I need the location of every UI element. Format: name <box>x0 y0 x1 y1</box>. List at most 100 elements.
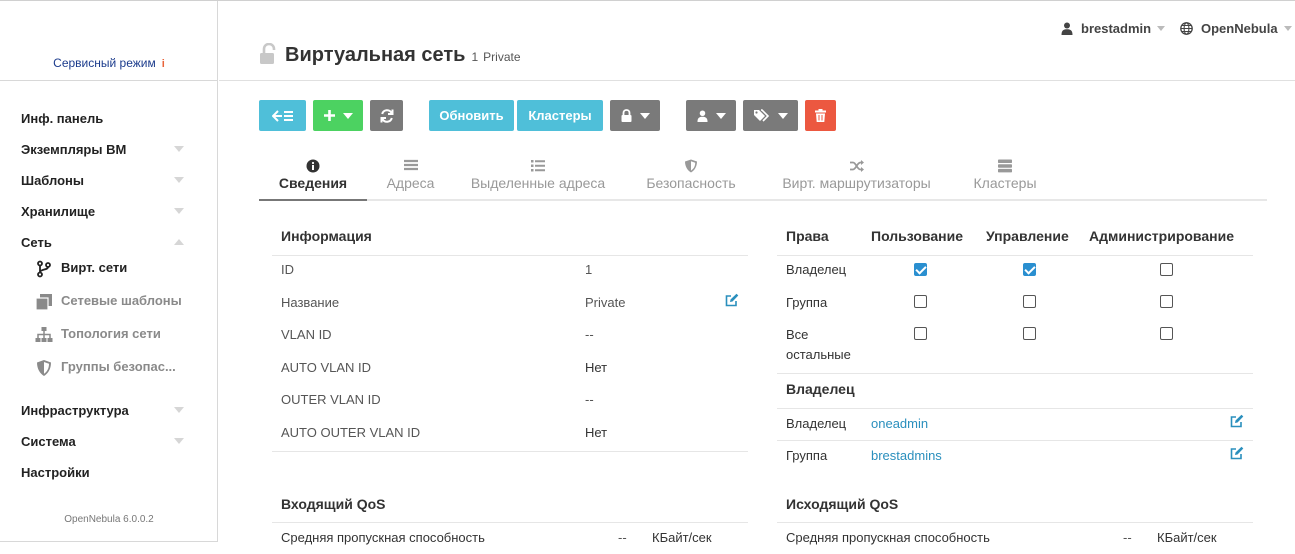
qos-in-value: -- <box>618 530 627 545</box>
sidebar-item-dashboard[interactable]: Инф. панель <box>0 108 218 139</box>
create-button[interactable] <box>313 100 363 131</box>
tab-label: Кластеры <box>973 175 1037 191</box>
sidebar-item-label: Хранилище <box>21 204 96 219</box>
perm-header-manage: Управление <box>986 228 1069 244</box>
other-use-checkbox[interactable] <box>914 327 927 340</box>
sidebar-item-topology[interactable]: Топология сети <box>0 324 218 357</box>
service-mode[interactable]: Сервисный режим i <box>0 56 218 70</box>
sidebar-item-system[interactable]: Система <box>0 431 218 462</box>
info-key: OUTER VLAN ID <box>281 392 381 407</box>
qos-out-label: Средняя пропускная способность <box>786 530 990 545</box>
plus-icon <box>323 110 335 121</box>
tab-addresses[interactable]: Адреса <box>369 150 452 199</box>
info-value: -- <box>585 327 594 342</box>
qos-in-label: Средняя пропускная способность <box>281 530 485 545</box>
change-owner-button[interactable] <box>686 100 736 131</box>
shield-icon <box>37 360 51 376</box>
perm-row-label: остальные <box>786 347 851 362</box>
qos-in-title: Входящий QoS <box>281 496 386 512</box>
group-use-checkbox[interactable] <box>914 295 927 308</box>
back-to-list-button[interactable] <box>259 100 306 131</box>
group-link[interactable]: brestadmins <box>871 448 942 463</box>
row-divider <box>777 440 1253 441</box>
owner-manage-checkbox[interactable] <box>1023 263 1036 276</box>
group-admin-checkbox[interactable] <box>1160 295 1173 308</box>
lock-button[interactable] <box>610 100 660 131</box>
random-icon <box>849 160 864 172</box>
sidebar-item-settings[interactable]: Настройки <box>0 462 218 493</box>
ownership-title: Владелец <box>786 381 855 397</box>
info-key: AUTO VLAN ID <box>281 360 372 375</box>
tags-icon <box>754 109 770 122</box>
edit-icon[interactable] <box>1230 446 1244 460</box>
labels-button[interactable] <box>743 100 798 131</box>
owner-use-checkbox[interactable] <box>914 263 927 276</box>
owner-label: Владелец <box>786 416 847 431</box>
refresh-icon <box>380 108 393 123</box>
branch-icon <box>37 260 51 278</box>
tab-vrouters[interactable]: Вирт. маршрутизаторы <box>769 150 944 199</box>
tab-label: Адреса <box>386 175 435 191</box>
tab-bar: Сведения Адреса Выделенные адреса Безопа… <box>259 150 1267 201</box>
sidebar-item-secgroups[interactable]: Группы безопас... <box>0 357 218 390</box>
tab-info[interactable]: Сведения <box>259 150 367 201</box>
sidebar-item-templates[interactable]: Шаблоны <box>0 170 218 201</box>
info-value: Private <box>585 295 626 310</box>
tab-security[interactable]: Безопасность <box>631 150 751 199</box>
clusters-button[interactable]: Кластеры <box>517 100 603 131</box>
group-manage-checkbox[interactable] <box>1023 295 1036 308</box>
edit-icon[interactable] <box>725 293 739 307</box>
chevron-down-icon <box>174 177 184 183</box>
info-key: VLAN ID <box>281 327 332 342</box>
perm-header-use: Пользование <box>871 228 963 244</box>
user-name: brestadmin <box>1081 21 1152 36</box>
row-divider <box>272 451 748 452</box>
chevron-down-icon <box>639 112 650 119</box>
service-mode-label: Сервисный режим <box>53 56 156 70</box>
row-divider <box>777 408 1253 409</box>
page-title-area: Виртуальная сеть 1 Private <box>259 39 521 67</box>
sidebar-item-vnets[interactable]: Вирт. сети <box>0 258 218 291</box>
zone-menu[interactable]: OpenNebula <box>1180 21 1292 36</box>
other-manage-checkbox[interactable] <box>1023 327 1036 340</box>
tab-label: Выделенные адреса <box>470 175 606 191</box>
info-key: Название <box>281 295 340 310</box>
sidebar-item-network[interactable]: Сеть <box>0 232 218 258</box>
tab-label: Безопасность <box>646 175 736 191</box>
perm-header-rights: Права <box>786 228 829 244</box>
perm-row-label: Группа <box>786 295 828 310</box>
copy-icon <box>35 294 52 311</box>
page-title: Виртуальная сеть <box>285 44 466 66</box>
zone-name: OpenNebula <box>1201 21 1278 36</box>
other-admin-checkbox[interactable] <box>1160 327 1173 340</box>
refresh-button[interactable] <box>370 100 403 131</box>
sidebar-divider <box>0 80 218 81</box>
user-menu[interactable]: brestadmin <box>1061 21 1166 36</box>
chevron-down-icon <box>342 112 353 119</box>
trash-icon <box>815 109 826 122</box>
row-divider <box>777 373 1253 374</box>
sidebar-item-label: Вирт. сети <box>61 260 128 275</box>
sidebar-item-label: Настройки <box>21 465 90 480</box>
sidebar-item-vms[interactable]: Экземпляры ВМ <box>0 139 218 170</box>
info-icon[interactable]: i <box>162 58 165 70</box>
tab-clusters[interactable]: Кластеры <box>964 150 1046 199</box>
lock-icon <box>621 109 631 122</box>
owner-link[interactable]: oneadmin <box>871 416 928 431</box>
sidebar-item-vnet-templates[interactable]: Сетевые шаблоны <box>0 291 218 324</box>
edit-icon[interactable] <box>1230 414 1244 428</box>
tab-leases[interactable]: Выделенные адреса <box>462 150 614 199</box>
owner-admin-checkbox[interactable] <box>1160 263 1173 276</box>
list-icon <box>531 160 545 172</box>
server-icon <box>998 159 1012 173</box>
sidebar-item-infrastructure[interactable]: Инфраструктура <box>0 400 218 431</box>
unlock-icon <box>260 43 276 64</box>
sidebar-item-storage[interactable]: Хранилище <box>0 201 218 232</box>
sidebar-item-label: Система <box>21 434 76 449</box>
group-label: Группа <box>786 448 828 463</box>
resource-name: Private <box>483 50 521 64</box>
update-button[interactable]: Обновить <box>429 100 514 131</box>
qos-in-unit: КБайт/сек <box>652 530 712 545</box>
info-title: Информация <box>281 228 372 244</box>
delete-button[interactable] <box>805 100 836 131</box>
